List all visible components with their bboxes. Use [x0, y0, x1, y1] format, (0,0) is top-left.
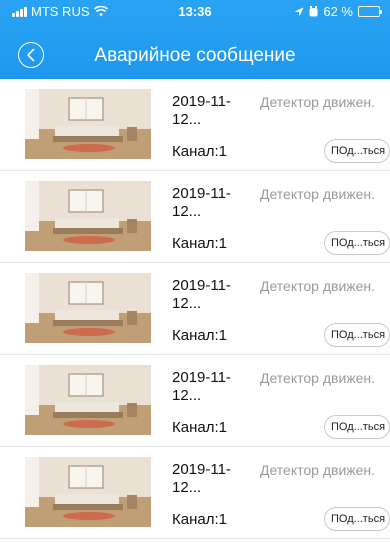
bedroom-snapshot-image — [25, 365, 151, 435]
bedroom-snapshot-image — [25, 273, 151, 343]
alarm-list-item[interactable]: 2019-11- 12... Детектор движен. Канал:1 … — [0, 79, 390, 171]
alarm-event-type: Детектор движен. — [260, 462, 376, 478]
alarm-action-button[interactable]: ПОд...ться — [324, 323, 390, 347]
alarm-date: 2019-11- 12... — [172, 93, 231, 128]
bedroom-snapshot-image — [25, 89, 151, 159]
bedroom-snapshot-image — [25, 457, 151, 527]
alarm-action-button[interactable]: ПОд...ться — [324, 231, 390, 255]
alarm-event-type: Детектор движен. — [260, 186, 376, 202]
alarm-date: 2019-11- 12... — [172, 369, 231, 404]
page-title: Аварийное сообщение — [94, 45, 296, 66]
alarm-channel: Канал:1 — [172, 327, 227, 344]
bedroom-snapshot-image — [25, 181, 151, 251]
alarm-list-item[interactable]: 2019-11- 12... Детектор движен. Канал:1 … — [0, 447, 390, 539]
alarm-channel: Канал:1 — [172, 143, 227, 160]
app-header: MTS RUS 13:36 62 % Аварийное сообщение — [0, 0, 390, 79]
alarm-list-item[interactable]: 2019-11- 12... Детектор движен. Канал:1 … — [0, 171, 390, 263]
alarm-channel: Канал:1 — [172, 419, 227, 436]
status-bar: MTS RUS 13:36 62 % — [0, 0, 390, 22]
alarm-list: 2019-11- 12... Детектор движен. Канал:1 … — [0, 79, 390, 539]
status-right: 62 % — [294, 4, 382, 19]
alarm-list-item[interactable]: 2019-11- 12... Детектор движен. Канал:1 … — [0, 263, 390, 355]
alarm-event-type: Детектор движен. — [260, 94, 376, 110]
snapshot-thumbnail[interactable] — [25, 365, 151, 435]
alarm-action-button[interactable]: ПОд...ться — [324, 507, 390, 531]
alarm-channel: Канал:1 — [172, 235, 227, 252]
location-arrow-icon — [294, 7, 304, 16]
alarm-date: 2019-11- 12... — [172, 461, 231, 496]
alarm-date: 2019-11- 12... — [172, 185, 231, 220]
alarm-event-type: Детектор движен. — [260, 370, 376, 386]
snapshot-thumbnail[interactable] — [25, 273, 151, 343]
snapshot-thumbnail[interactable] — [25, 457, 151, 527]
alarm-action-button[interactable]: ПОд...ться — [324, 415, 390, 439]
battery-icon — [358, 6, 382, 17]
alarm-event-type: Детектор движен. — [260, 278, 376, 294]
alarm-channel: Канал:1 — [172, 511, 227, 528]
battery-percentage: 62 % — [323, 4, 353, 19]
alarm-date: 2019-11- 12... — [172, 277, 231, 312]
snapshot-thumbnail[interactable] — [25, 89, 151, 159]
alarm-action-button[interactable]: ПОд...ться — [324, 139, 390, 163]
alarm-icon — [309, 6, 318, 17]
alarm-list-item[interactable]: 2019-11- 12... Детектор движен. Канал:1 … — [0, 355, 390, 447]
snapshot-thumbnail[interactable] — [25, 181, 151, 251]
